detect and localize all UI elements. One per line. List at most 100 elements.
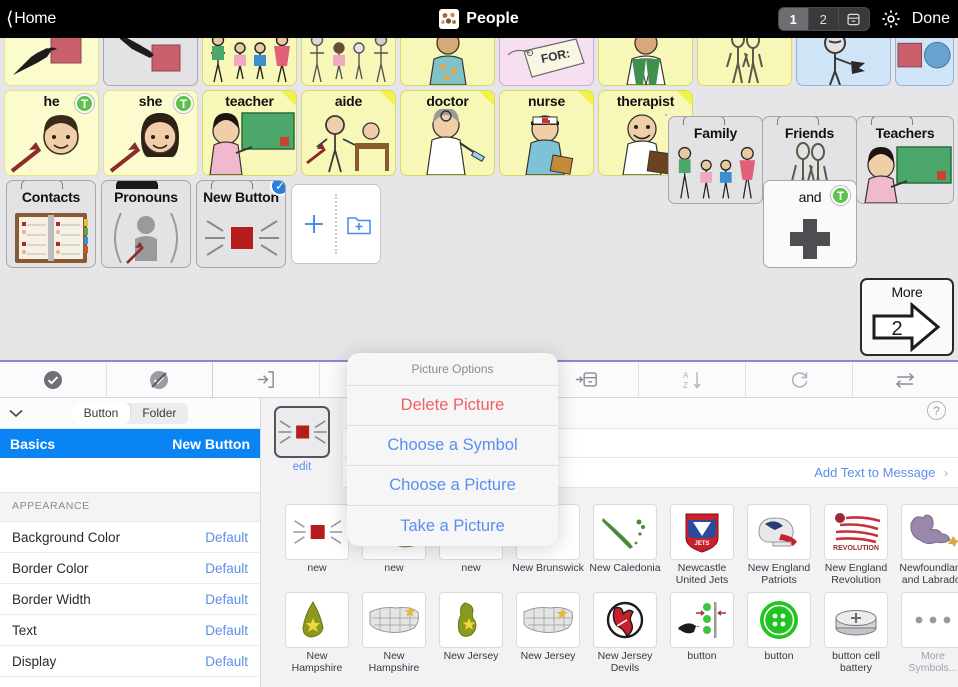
hand-pressing-buttons-icon (670, 592, 734, 648)
grid-cell[interactable] (4, 30, 99, 86)
grid-cell[interactable] (697, 30, 792, 86)
grid-cell[interactable] (598, 30, 693, 86)
symbol-label: button (764, 650, 794, 662)
symbol-item[interactable]: New Caledonia (589, 504, 661, 586)
chevron-down-icon[interactable] (8, 408, 24, 418)
page-selector[interactable]: 1 2 (777, 7, 870, 31)
green-button-icon (747, 592, 811, 648)
doctor-syringe-icon (401, 91, 494, 175)
symbol-item[interactable]: JETS Newcastle United Jets (670, 504, 734, 586)
grid-folder-contacts[interactable]: Contacts (6, 180, 96, 268)
grid-folder-new-button[interactable]: ✓ New Button (196, 180, 286, 268)
current-picture-thumb[interactable] (274, 406, 330, 458)
inspector-row[interactable]: Background Color Default (0, 522, 260, 553)
top-right-controls: 1 2 Done (777, 0, 950, 38)
ellipsis-icon (901, 592, 958, 648)
grid-cell-nurse[interactable]: nurse (499, 90, 594, 176)
sort-button[interactable]: A Z (639, 362, 746, 397)
edit-picture-label[interactable]: edit (293, 461, 312, 473)
symbol-label: new (384, 562, 404, 574)
symbol-item[interactable]: Newfoundland and Labrador (899, 504, 958, 586)
grid-cell[interactable] (895, 30, 954, 86)
page-tab-1[interactable]: 1 (778, 8, 809, 30)
inspector-row[interactable]: Border Width Default (0, 584, 260, 615)
spacer (665, 114, 667, 116)
add-text-to-message-link[interactable]: Add Text to Message › (814, 465, 948, 480)
people-icon (439, 9, 460, 29)
symbol-item[interactable]: new (285, 504, 349, 586)
inspector-gap (0, 458, 260, 492)
vault-icon[interactable] (839, 8, 869, 30)
symbol-item[interactable]: button (747, 592, 811, 674)
grid-folder-family[interactable]: Family (668, 116, 763, 204)
symbol-item[interactable]: New Jersey (516, 592, 580, 674)
person-pointing-down-icon (797, 31, 890, 85)
chevron-right-icon: › (944, 466, 948, 480)
select-all-button[interactable] (0, 362, 107, 397)
logo-patriots-helmet-icon (747, 504, 811, 560)
symbol-item[interactable]: button cell battery (824, 592, 888, 674)
symbol-item-more[interactable]: More Symbols... (901, 592, 958, 674)
refresh-button[interactable] (746, 362, 853, 397)
symbol-item[interactable]: New Jersey (439, 592, 503, 674)
take-picture-button[interactable]: Take a Picture (347, 506, 558, 546)
move-in-button[interactable] (213, 362, 320, 397)
page-tab-2[interactable]: 2 (809, 8, 839, 30)
tab-button[interactable]: Button (71, 402, 131, 424)
grid-cell-she[interactable]: she T (103, 90, 198, 176)
grid-cell[interactable] (400, 30, 495, 86)
grid-cell[interactable] (202, 30, 297, 86)
more-count: 2 (891, 318, 902, 340)
symbol-item[interactable]: New Hampshire (362, 592, 426, 674)
inspector-row[interactable]: Display Default (0, 646, 260, 677)
grid-cell-and[interactable]: and T (763, 180, 857, 268)
map-new-caledonia-icon (593, 504, 657, 560)
symbol-item[interactable]: New Jersey Devils (593, 592, 657, 674)
symbol-item[interactable]: REVOLUTION New England Revolution (824, 504, 888, 586)
inspector-row[interactable]: Visibility Default (0, 677, 260, 687)
logo-newcastle-jets-icon: JETS (670, 504, 734, 560)
symbol-label: More Symbols... (908, 650, 958, 674)
add-button-cell[interactable] (291, 184, 381, 264)
delete-picture-button[interactable]: Delete Picture (347, 386, 558, 426)
map-new-jersey-state-icon (439, 592, 503, 648)
grid-cell[interactable] (103, 30, 198, 86)
symbol-item[interactable]: New England Patriots (747, 504, 811, 586)
red-square-burst-icon (285, 504, 349, 560)
grid-cell-doctor[interactable]: doctor (400, 90, 495, 176)
arrow-right-outline-icon: 2 (862, 280, 952, 354)
tab-folder[interactable]: Folder (130, 403, 188, 424)
grid-folder-pronouns[interactable]: Pronouns (101, 180, 191, 268)
done-button[interactable]: Done (912, 10, 950, 28)
choose-symbol-button[interactable]: Choose a Symbol (347, 426, 558, 466)
folder-plus-icon[interactable] (337, 185, 380, 263)
help-circle-icon[interactable]: ? (927, 401, 946, 420)
two-stick-figures-icon (698, 31, 791, 85)
family-four-people-icon (669, 117, 762, 203)
refresh-icon (788, 369, 810, 391)
symbol-label: New Jersey (443, 650, 499, 662)
plus-icon[interactable] (292, 185, 335, 263)
grid-cell-aide[interactable]: aide (301, 90, 396, 176)
grid-folder-teachers[interactable]: Teachers (856, 116, 954, 204)
deselect-all-button[interactable] (107, 362, 214, 397)
grid-cell-more[interactable]: More 2 (860, 278, 954, 356)
grid-cell[interactable]: FOR: (499, 30, 594, 86)
inspector-row-label: Text (12, 622, 37, 638)
symbol-item[interactable]: button (670, 592, 734, 674)
red-square-blue-circle-icon (896, 31, 953, 85)
current-picture-editor[interactable]: edit (261, 398, 343, 488)
swap-button[interactable] (853, 362, 958, 397)
inspector-row[interactable]: Border Color Default (0, 553, 260, 584)
arrow-into-box-icon (255, 369, 276, 390)
inspector-row[interactable]: Text Default (0, 615, 260, 646)
type-tab-group[interactable]: Button Folder (71, 402, 189, 424)
grid-cell[interactable] (301, 30, 396, 86)
grid-cell[interactable] (796, 30, 891, 86)
gear-icon[interactable] (880, 8, 902, 30)
grid-cell-teacher[interactable]: teacher (202, 90, 297, 176)
symbol-item[interactable]: New Hampshire (285, 592, 349, 674)
grid-cell-he[interactable]: he T (4, 90, 99, 176)
choose-picture-button[interactable]: Choose a Picture (347, 466, 558, 506)
coin-cell-battery-icon (824, 592, 888, 648)
